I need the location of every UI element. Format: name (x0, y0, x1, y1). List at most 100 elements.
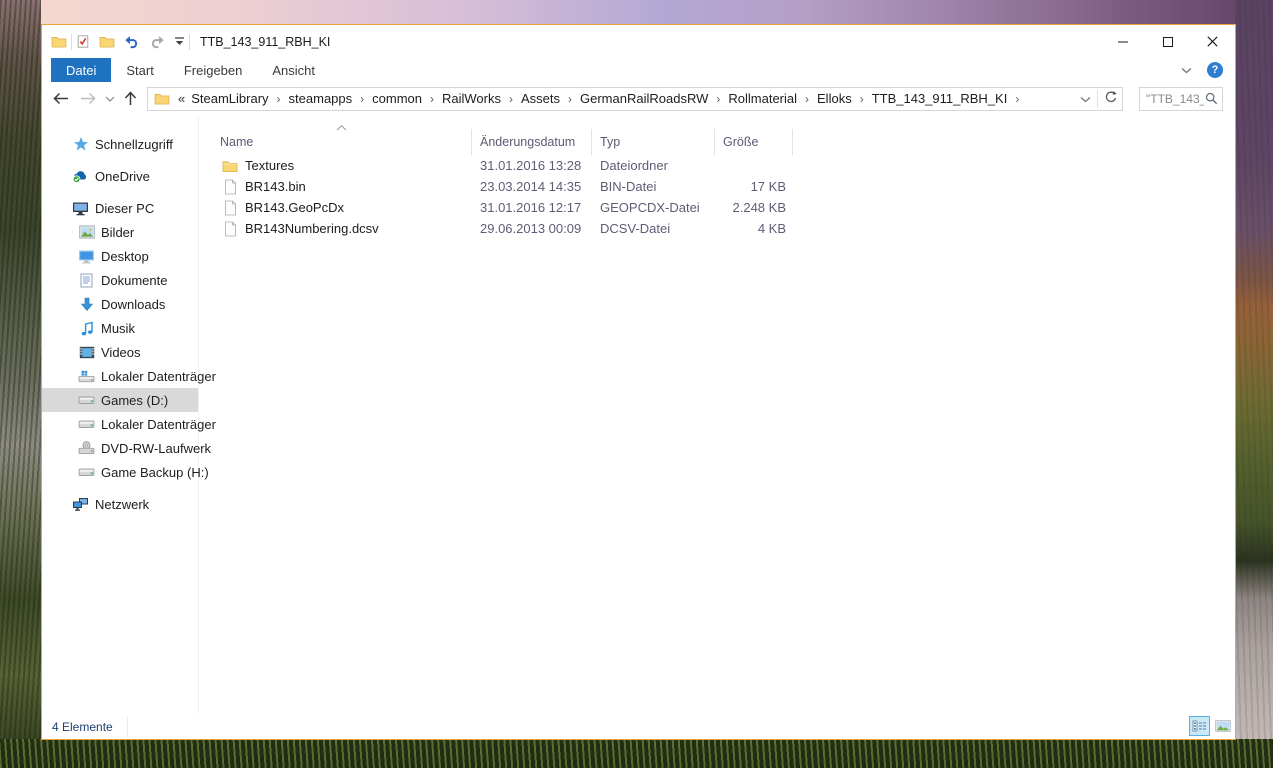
table-row[interactable]: Textures 31.01.2016 13:28 Dateiordner (220, 155, 1235, 176)
sidebar-item-games-d[interactable]: Games (D:) (42, 388, 198, 412)
refresh-icon[interactable] (1104, 90, 1118, 107)
breadcrumb-segment[interactable]: RailWorks (440, 90, 503, 107)
drive-icon (78, 468, 95, 477)
ribbon-tab-datei[interactable]: Datei (51, 58, 112, 82)
breadcrumb-segment[interactable]: SteamLibrary (189, 90, 270, 107)
desktop-icon (78, 249, 95, 264)
file-icon (220, 221, 238, 237)
breadcrumb-segment[interactable]: Assets (519, 90, 562, 107)
sidebar-item-label: Downloads (101, 296, 166, 312)
sidebar-item-lokaler-datentr-ger[interactable]: Lokaler Datenträger (42, 412, 216, 436)
minimize-button[interactable] (1100, 25, 1145, 58)
column-header-gr-e[interactable]: Größe (715, 129, 793, 155)
search-input[interactable] (1146, 91, 1204, 106)
address-bar[interactable]: « SteamLibrary › steamapps › common › RailWork… (147, 86, 1123, 111)
undo-icon[interactable] (124, 35, 140, 49)
breadcrumb-segment[interactable]: common (370, 90, 424, 107)
ribbon-right-icons: ? (1181, 58, 1235, 82)
table-row[interactable]: BR143Numbering.dcsv 29.06.2013 00:09 DCSV-… (220, 218, 1235, 239)
file-size-cell: 4 KB (757, 221, 786, 236)
recent-locations-chevron-icon[interactable] (105, 96, 115, 102)
breadcrumb-segment[interactable]: TTB_143_911_RBH_KI (870, 90, 1010, 107)
sidebar-item-netzwerk[interactable]: Netzwerk (42, 492, 198, 516)
help-icon[interactable]: ? (1207, 62, 1223, 78)
file-type-cell: Dateiordner (600, 158, 668, 173)
maximize-button[interactable] (1145, 25, 1190, 58)
sidebar-item-downloads[interactable]: Downloads (42, 292, 198, 316)
sidebar-item-label: OneDrive (95, 168, 150, 184)
sidebar-item-game-backup-h[interactable]: Game Backup (H:) (42, 460, 209, 484)
explorer-folder-icon[interactable] (51, 35, 67, 48)
breadcrumb-chevron[interactable]: › (562, 92, 578, 106)
breadcrumb-chevron[interactable]: › (424, 92, 440, 106)
breadcrumb-segment[interactable]: Elloks (815, 90, 854, 107)
explorer-window: TTB_143_911_RBH_KI Datei Start Freigeben An… (41, 24, 1236, 740)
breadcrumb-chevron[interactable]: › (710, 92, 726, 106)
column-header--nderungsdatum[interactable]: Änderungsdatum (472, 129, 592, 155)
table-row[interactable]: BR143.GeoPcDx 31.01.2016 12:17 GEOPCDX-Dat… (220, 197, 1235, 218)
sidebar-item-lokaler-datentr-ger[interactable]: Lokaler Datenträger (42, 364, 216, 388)
forward-arrow-icon[interactable] (80, 92, 97, 105)
breadcrumb-segment[interactable]: steamapps (287, 90, 355, 107)
breadcrumb-segment[interactable]: GermanRailRoadsRW (578, 90, 710, 107)
breadcrumb-chevron[interactable]: › (503, 92, 519, 106)
breadcrumb-chevron[interactable]: › (271, 92, 287, 106)
title-bar[interactable]: TTB_143_911_RBH_KI (42, 25, 1235, 58)
sort-ascending-icon[interactable] (336, 118, 347, 136)
breadcrumb-overflow-chevron[interactable]: « (172, 91, 189, 106)
new-folder-icon[interactable] (99, 35, 115, 48)
sidebar-item-bilder[interactable]: Bilder (42, 220, 198, 244)
network-icon (72, 497, 89, 512)
ribbon-tab-ansicht[interactable]: Ansicht (257, 58, 330, 82)
table-row[interactable]: BR143.bin 23.03.2014 14:35 BIN-Datei 17 KB (220, 176, 1235, 197)
sidebar-item-label: Netzwerk (95, 496, 150, 512)
sidebar-item-musik[interactable]: Musik (42, 316, 198, 340)
ribbon-tab-start[interactable]: Start (111, 58, 168, 82)
file-list-pane[interactable]: Name Änderungsdatum Typ Größe Textures 31.01… (199, 115, 1235, 714)
drive-icon (78, 396, 95, 405)
sidebar-item-label: Games (D:) (101, 392, 169, 408)
column-header-typ[interactable]: Typ (592, 129, 715, 155)
search-box[interactable] (1139, 86, 1223, 111)
file-name-label: Textures (245, 158, 295, 173)
onedrive-cloud-icon (72, 168, 89, 184)
large-icons-view-button[interactable] (1212, 716, 1233, 736)
file-name-cell: Textures (220, 155, 472, 176)
breadcrumb-chevron[interactable]: › (854, 92, 870, 106)
sidebar-item-schnellzugriff[interactable]: Schnellzugriff (42, 132, 198, 156)
sidebar-item-desktop[interactable]: Desktop (42, 244, 198, 268)
pictures-icon (78, 225, 95, 239)
wallpaper-left-grass (0, 0, 41, 768)
search-icon[interactable] (1205, 92, 1218, 105)
address-dropdown-chevron-icon[interactable] (1080, 91, 1091, 106)
address-bar-divider (1097, 89, 1098, 108)
properties-icon[interactable] (76, 34, 90, 49)
sidebar-item-dokumente[interactable]: Dokumente (42, 268, 198, 292)
file-name-label: BR143.bin (245, 179, 306, 194)
close-button[interactable] (1190, 25, 1235, 58)
sidebar-item-dieser-pc[interactable]: Dieser PC (42, 196, 198, 220)
videos-icon (78, 346, 95, 359)
sidebar-item-onedrive[interactable]: OneDrive (42, 164, 198, 188)
breadcrumb-segment[interactable]: Rollmaterial (726, 90, 799, 107)
ribbon-collapse-chevron-icon[interactable] (1181, 61, 1192, 79)
address-folder-icon (154, 92, 170, 105)
file-size-cell (715, 155, 793, 176)
breadcrumb-chevron[interactable]: › (354, 92, 370, 106)
sidebar-item-videos[interactable]: Videos (42, 340, 198, 364)
sidebar-item-dvd-rw-laufwerk[interactable]: DVD-RW-Laufwerk (42, 436, 211, 460)
file-rows: Textures 31.01.2016 13:28 Dateiordner BR143… (199, 155, 1235, 239)
back-arrow-icon[interactable] (52, 92, 69, 105)
quick-access-star-icon (72, 136, 89, 152)
redo-icon[interactable] (149, 35, 165, 49)
navigation-toolbar: « SteamLibrary › steamapps › common › RailWork… (42, 82, 1235, 115)
details-view-button[interactable] (1189, 716, 1210, 736)
qat-dropdown-icon[interactable] (174, 37, 185, 46)
file-icon (220, 179, 238, 195)
up-arrow-icon[interactable] (124, 91, 137, 106)
ribbon-tab-freigeben[interactable]: Freigeben (169, 58, 258, 82)
system-drive-icon (78, 370, 95, 383)
breadcrumb-chevron[interactable]: › (1009, 92, 1025, 106)
breadcrumb-chevron[interactable]: › (799, 92, 815, 106)
file-type-cell: DCSV-Datei (600, 221, 671, 236)
